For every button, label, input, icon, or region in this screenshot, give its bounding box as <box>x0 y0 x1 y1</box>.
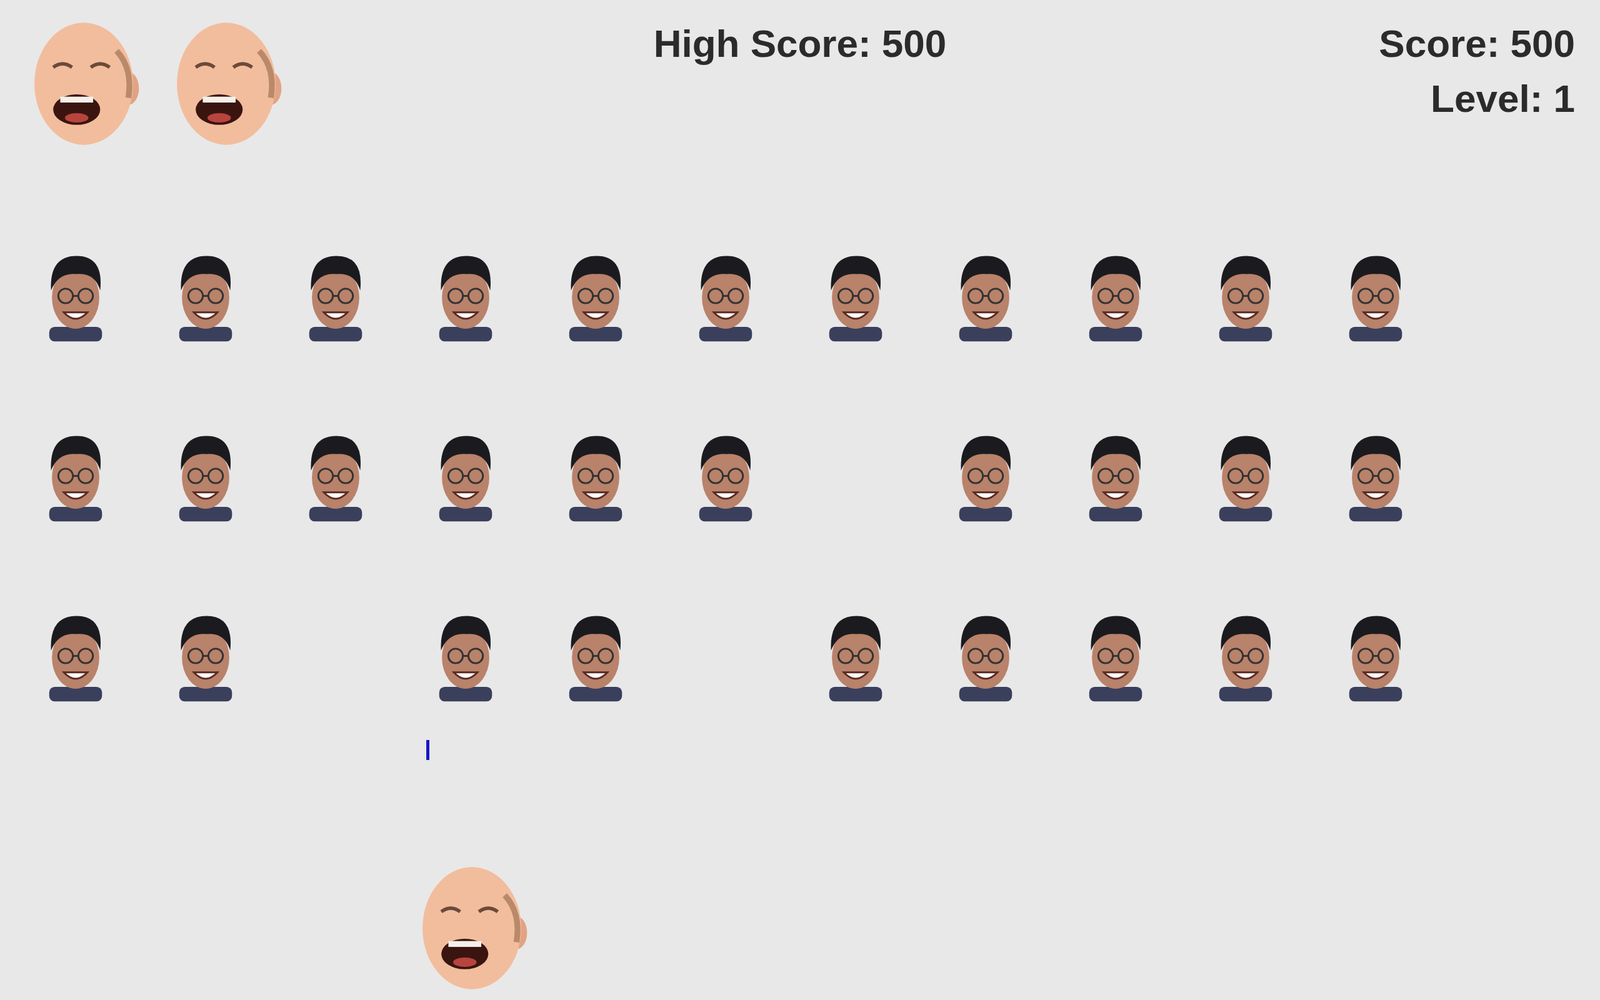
invader <box>953 430 1018 522</box>
invader <box>433 610 498 702</box>
invader <box>1083 610 1148 702</box>
invader <box>953 610 1018 702</box>
invader <box>1213 430 1278 522</box>
invader <box>173 250 238 342</box>
invader <box>433 430 498 522</box>
invader <box>953 250 1018 342</box>
invader <box>823 610 888 702</box>
invader <box>1343 250 1408 342</box>
invader <box>173 430 238 522</box>
invader <box>303 250 368 342</box>
score: Score: 500 <box>946 16 1575 72</box>
invader <box>1343 610 1408 702</box>
invader <box>563 610 628 702</box>
high-score: High Score: 500 <box>653 0 947 72</box>
lives-bar <box>0 0 654 152</box>
invader <box>1213 610 1278 702</box>
invader-grid <box>43 250 1408 702</box>
life-icon <box>167 15 285 152</box>
invader <box>693 430 758 522</box>
score-panel: Score: 500 Level: 1 <box>946 0 1600 127</box>
bullet <box>426 740 430 760</box>
invader <box>1213 250 1278 342</box>
invader <box>43 250 108 342</box>
player-ship[interactable] <box>413 860 531 997</box>
level: Level: 1 <box>946 71 1575 127</box>
game-stage: High Score: 500 Score: 500 Level: 1 <box>0 0 1600 1000</box>
invader <box>563 430 628 522</box>
invader <box>823 250 888 342</box>
invader <box>693 250 758 342</box>
life-icon <box>25 15 143 152</box>
invader <box>173 610 238 702</box>
invader <box>43 610 108 702</box>
invader <box>303 430 368 522</box>
invader <box>1343 430 1408 522</box>
invader <box>43 430 108 522</box>
invader <box>433 250 498 342</box>
invader <box>1083 430 1148 522</box>
invader <box>1083 250 1148 342</box>
invader <box>563 250 628 342</box>
